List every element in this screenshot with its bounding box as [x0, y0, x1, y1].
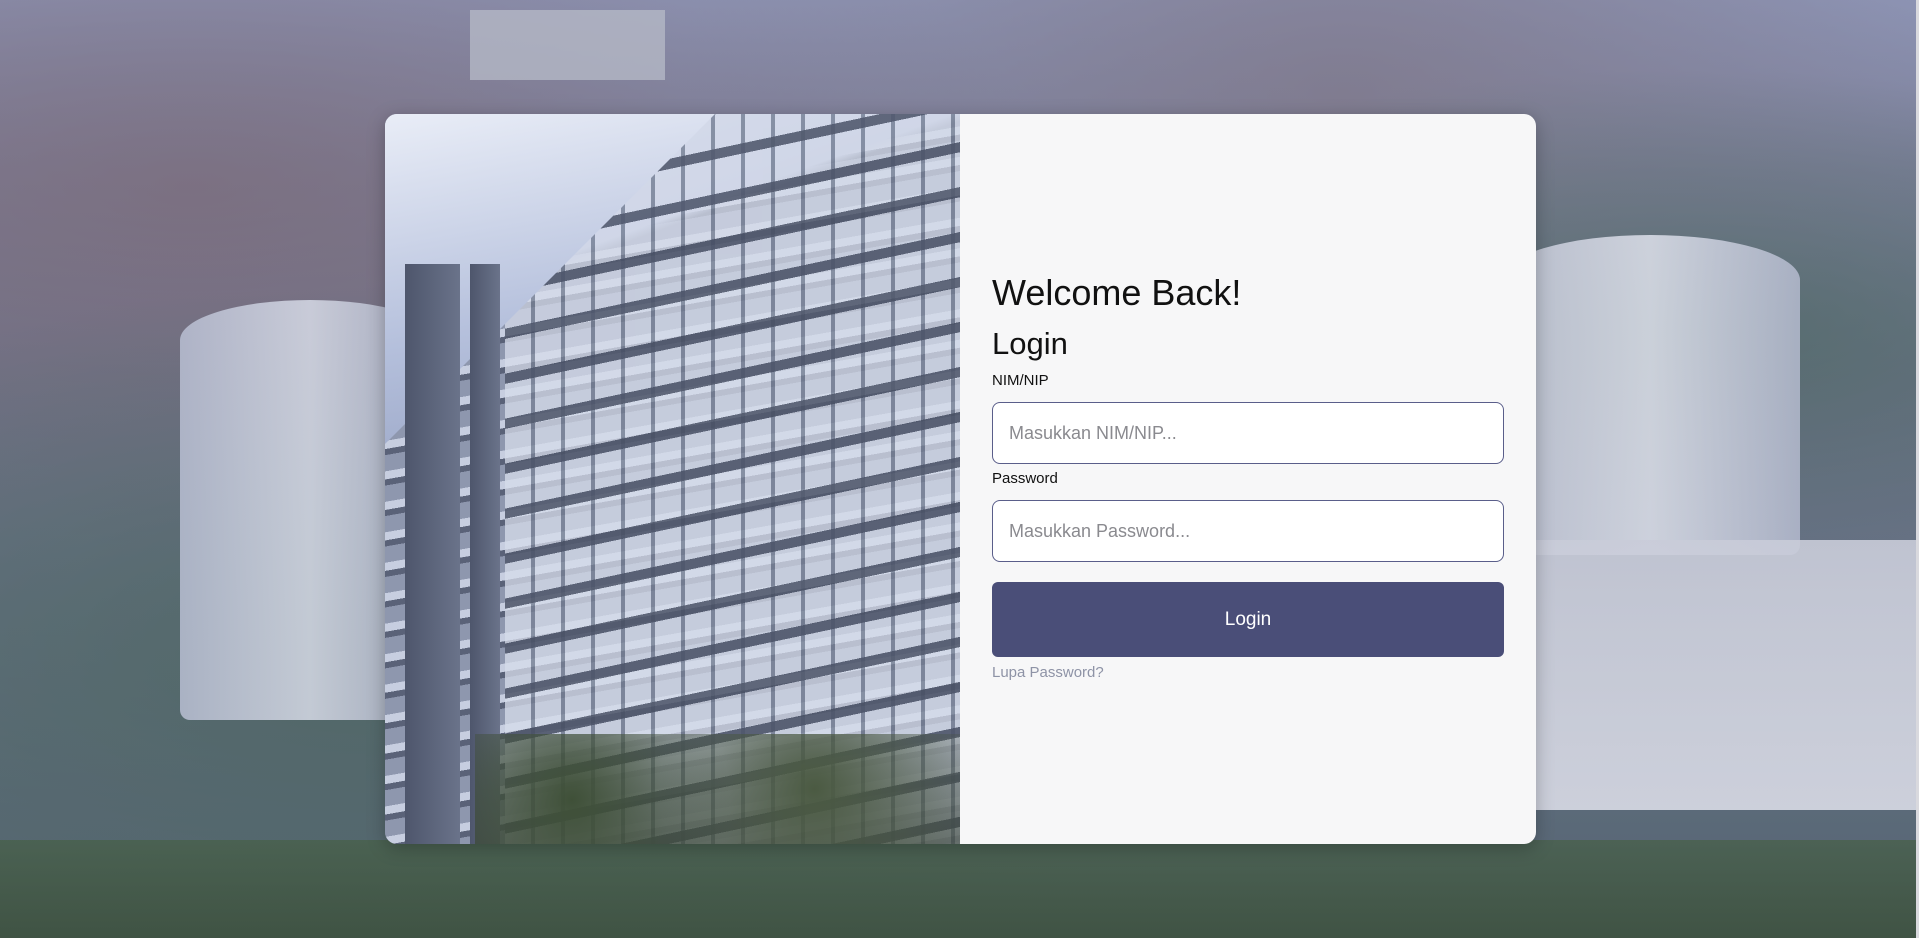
background-tower-building	[470, 10, 665, 80]
login-heading: Login	[992, 326, 1068, 361]
background-round-building-right	[1500, 235, 1800, 555]
forgot-password-link[interactable]: Lupa Password?	[992, 664, 1104, 681]
building-column	[405, 264, 460, 844]
login-form-panel: Welcome Back! Login NIM/NIP Password Log…	[960, 114, 1536, 844]
nim-input[interactable]	[992, 402, 1504, 464]
password-label: Password	[992, 470, 1058, 487]
nim-label: NIM/NIP	[992, 372, 1049, 389]
welcome-title: Welcome Back!	[992, 272, 1242, 313]
password-input[interactable]	[992, 500, 1504, 562]
background-plaza	[1520, 540, 1919, 810]
building-photo	[385, 114, 960, 844]
login-card: Welcome Back! Login NIM/NIP Password Log…	[385, 114, 1536, 844]
login-button[interactable]: Login	[992, 582, 1504, 657]
tree-foliage	[475, 734, 960, 844]
background-trees	[0, 840, 1919, 938]
